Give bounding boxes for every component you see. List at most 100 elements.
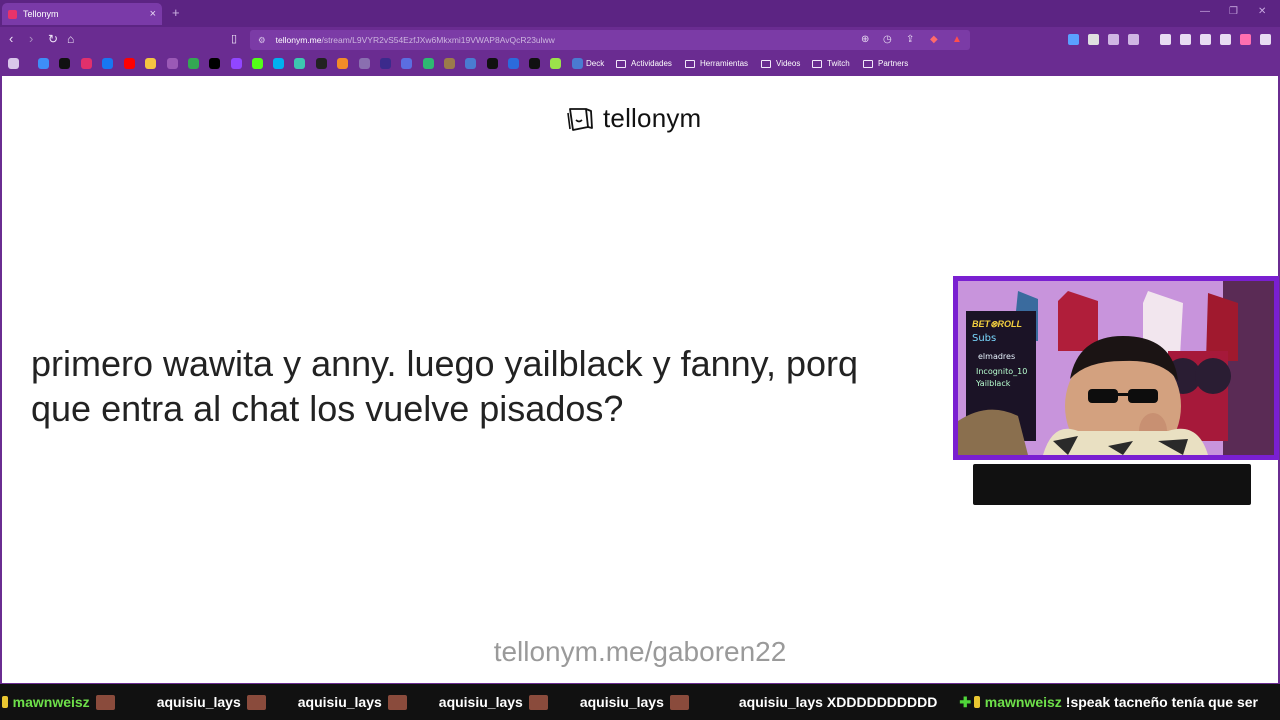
chat-username: aquisiu_lays [156, 694, 241, 710]
close-window-icon[interactable]: ✕ [1258, 6, 1266, 17]
emote-icon [95, 694, 115, 710]
folder-label: Partners [878, 59, 909, 68]
bookmark-folder-twitch[interactable]: Twitch [812, 57, 850, 70]
bookmark-icon[interactable] [487, 58, 498, 69]
puzzle-icon[interactable] [1108, 34, 1119, 45]
chat-username: mawnweisz [984, 694, 1062, 710]
bookmark-icon[interactable] [38, 58, 49, 69]
chat-text: !speak tacneño tenía que ser [1065, 694, 1258, 710]
site-info-icon[interactable]: ⚙ [258, 35, 266, 46]
minimize-icon[interactable]: — [1200, 6, 1210, 17]
tellonym-logo-icon [567, 107, 593, 131]
bookmark-icon[interactable] [167, 58, 178, 69]
emote-icon [246, 694, 266, 710]
chat-message: aquisiu_lays [580, 694, 699, 710]
chat-message: aquisiu_lays XDDDDDDDDDD [739, 694, 938, 710]
music-icon[interactable] [1160, 34, 1171, 45]
chat-message: aquisiu_lays [439, 694, 558, 710]
facebook-icon[interactable] [102, 58, 113, 69]
bookmark-icon[interactable] [550, 58, 561, 69]
reload-icon[interactable]: ↻ [48, 32, 58, 46]
shield-extension-icon[interactable]: ◆ [930, 34, 938, 45]
bookmark-folder-actividades[interactable]: Actividades [616, 57, 672, 70]
sparkle-icon[interactable] [1200, 34, 1211, 45]
deck-icon[interactable] [572, 58, 583, 69]
chat-message: mawnweisz [13, 694, 125, 710]
tellonym-favicon-icon [8, 9, 17, 19]
bookmark-icon[interactable] [380, 58, 391, 69]
logo-text: tellonym [603, 103, 702, 133]
tellonym-logo[interactable]: tellonym [566, 103, 701, 134]
bookmark-icon[interactable] [145, 58, 156, 69]
bookmark-icon[interactable] [401, 58, 412, 69]
chat-username: aquisiu_lays [438, 694, 523, 710]
forward-icon[interactable]: › [29, 32, 33, 46]
history-icon[interactable]: ◷ [883, 34, 892, 45]
alert-extension-icon[interactable]: ▲ [952, 34, 962, 45]
drive-icon[interactable] [188, 58, 199, 69]
bookmark-icon[interactable] [273, 58, 284, 69]
webcam-scene: BET⊗ROLL Subs elmadres Incognito_10 Yail… [958, 281, 1274, 455]
profile-icon[interactable] [1240, 34, 1251, 45]
vpn-shield-icon[interactable] [1220, 34, 1231, 45]
bookmark-icon[interactable] [337, 58, 348, 69]
browser-window: Tellonym × + — ❐ ✕ ‹ › ↻ ⌂ ▯ ⚙ tellonym.… [0, 0, 1280, 720]
betroll-logo: BET⊗ROLL [972, 319, 1022, 329]
extension-2-icon[interactable] [1088, 34, 1099, 45]
bookmark-icon[interactable] [465, 58, 476, 69]
kick-icon[interactable] [252, 58, 263, 69]
sub-badge-icon [974, 696, 980, 708]
extension-1-icon[interactable] [1068, 34, 1079, 45]
bookmark-folder-partners[interactable]: Partners [863, 57, 908, 70]
tiktok-icon[interactable] [59, 58, 70, 69]
extension-3-icon[interactable] [1128, 34, 1139, 45]
overlay-sub-name-1: elmadres [978, 352, 1015, 361]
bookmark-page-icon[interactable]: ▯ [231, 32, 237, 46]
bookmark-icon[interactable] [423, 58, 434, 69]
overlay-subs-label: Subs [972, 333, 996, 344]
folder-icon [761, 59, 771, 68]
folder-label: Videos [776, 59, 801, 68]
x-icon[interactable] [209, 58, 220, 69]
tab-tellonym[interactable]: Tellonym × [2, 3, 162, 25]
youtube-icon[interactable] [124, 58, 135, 69]
bookmark-icon[interactable] [359, 58, 370, 69]
chat-text: XDDDDDDDDDD [826, 694, 938, 710]
zoom-icon[interactable]: ⊕ [861, 34, 869, 45]
new-tab-button[interactable]: + [172, 5, 180, 20]
bookmark-icon[interactable] [294, 58, 305, 69]
folder-label: Twitch [827, 59, 850, 68]
bookmark-icon[interactable] [508, 58, 519, 69]
chat-username: aquisiu_lays [297, 694, 382, 710]
folder-icon [863, 59, 873, 68]
tab-close-icon[interactable]: × [150, 8, 156, 20]
apps-grid-icon[interactable] [8, 58, 19, 69]
bookmark-icon[interactable] [316, 58, 327, 69]
bookmark-folder-herramientas[interactable]: Herramientas [685, 57, 748, 70]
bookmark-icon[interactable] [444, 58, 455, 69]
folder-label: Actividades [631, 59, 672, 68]
wallet-icon[interactable] [1180, 34, 1191, 45]
maximize-icon[interactable]: ❐ [1229, 6, 1238, 17]
plus-badge-icon: ✚ [959, 693, 972, 710]
menu-icon[interactable] [1260, 34, 1271, 45]
twitch-icon[interactable] [231, 58, 242, 69]
back-icon[interactable]: ‹ [9, 32, 13, 46]
chat-message: aquisiu_lays [157, 694, 276, 710]
bookmark-folder-videos[interactable]: Videos [761, 57, 800, 70]
share-icon[interactable]: ⇪ [906, 34, 914, 45]
sub-badge-icon [2, 696, 8, 708]
emote-icon [387, 694, 407, 710]
webcam-image: BET⊗ROLL Subs elmadres Incognito_10 Yail… [958, 281, 1274, 455]
bookmark-icon[interactable] [529, 58, 540, 69]
home-icon[interactable]: ⌂ [67, 32, 74, 46]
bookmark-deck[interactable]: Deck [586, 57, 604, 70]
chat-username: mawnweisz [12, 694, 90, 710]
instagram-icon[interactable] [81, 58, 92, 69]
tab-title: Tellonym [23, 9, 59, 19]
tab-strip: Tellonym × + — ❐ ✕ [0, 0, 1280, 27]
folder-label: Herramientas [700, 59, 749, 68]
overlay-sub-name-2: Incognito_10 [976, 367, 1027, 376]
folder-icon [685, 59, 695, 68]
profile-link[interactable]: tellonym.me/gaboren22 [2, 636, 1278, 668]
